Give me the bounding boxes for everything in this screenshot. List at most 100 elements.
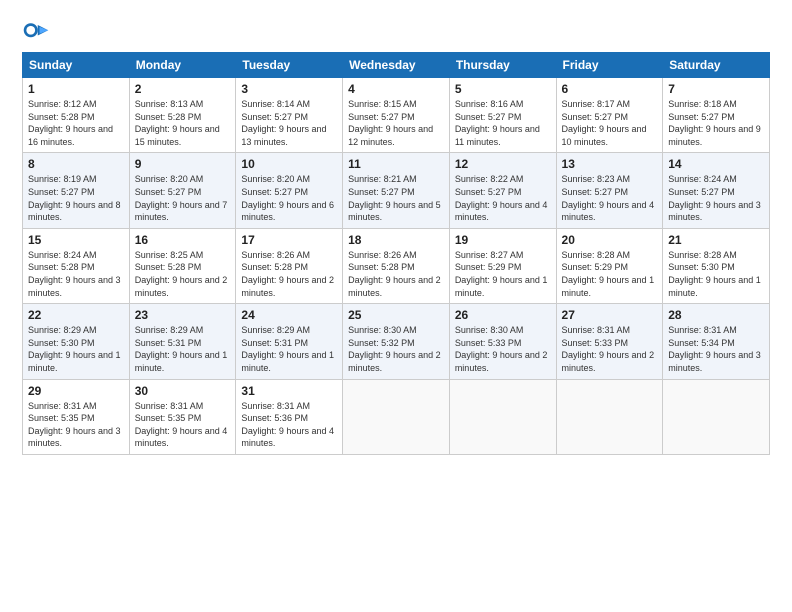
day-number: 11 [348, 157, 444, 171]
calendar-header-monday: Monday [129, 53, 236, 78]
calendar-header-saturday: Saturday [663, 53, 770, 78]
day-info: Sunrise: 8:24 AM Sunset: 5:27 PM Dayligh… [668, 173, 764, 223]
day-info: Sunrise: 8:31 AM Sunset: 5:34 PM Dayligh… [668, 324, 764, 374]
day-number: 21 [668, 233, 764, 247]
day-info: Sunrise: 8:12 AM Sunset: 5:28 PM Dayligh… [28, 98, 124, 148]
day-info: Sunrise: 8:26 AM Sunset: 5:28 PM Dayligh… [241, 249, 337, 299]
calendar-cell: 26 Sunrise: 8:30 AM Sunset: 5:33 PM Dayl… [449, 304, 556, 379]
day-number: 16 [135, 233, 231, 247]
day-number: 12 [455, 157, 551, 171]
day-info: Sunrise: 8:19 AM Sunset: 5:27 PM Dayligh… [28, 173, 124, 223]
logo [22, 18, 54, 46]
day-info: Sunrise: 8:29 AM Sunset: 5:31 PM Dayligh… [135, 324, 231, 374]
page: SundayMondayTuesdayWednesdayThursdayFrid… [0, 0, 792, 612]
day-info: Sunrise: 8:18 AM Sunset: 5:27 PM Dayligh… [668, 98, 764, 148]
calendar-cell: 23 Sunrise: 8:29 AM Sunset: 5:31 PM Dayl… [129, 304, 236, 379]
day-number: 17 [241, 233, 337, 247]
day-info: Sunrise: 8:15 AM Sunset: 5:27 PM Dayligh… [348, 98, 444, 148]
calendar-cell [449, 379, 556, 454]
calendar-week-5: 29 Sunrise: 8:31 AM Sunset: 5:35 PM Dayl… [23, 379, 770, 454]
day-info: Sunrise: 8:13 AM Sunset: 5:28 PM Dayligh… [135, 98, 231, 148]
day-number: 4 [348, 82, 444, 96]
day-number: 30 [135, 384, 231, 398]
calendar-week-4: 22 Sunrise: 8:29 AM Sunset: 5:30 PM Dayl… [23, 304, 770, 379]
day-info: Sunrise: 8:21 AM Sunset: 5:27 PM Dayligh… [348, 173, 444, 223]
calendar-cell: 10 Sunrise: 8:20 AM Sunset: 5:27 PM Dayl… [236, 153, 343, 228]
calendar-cell: 29 Sunrise: 8:31 AM Sunset: 5:35 PM Dayl… [23, 379, 130, 454]
day-number: 22 [28, 308, 124, 322]
day-info: Sunrise: 8:30 AM Sunset: 5:33 PM Dayligh… [455, 324, 551, 374]
day-number: 31 [241, 384, 337, 398]
calendar-week-3: 15 Sunrise: 8:24 AM Sunset: 5:28 PM Dayl… [23, 228, 770, 303]
day-number: 10 [241, 157, 337, 171]
day-info: Sunrise: 8:31 AM Sunset: 5:36 PM Dayligh… [241, 400, 337, 450]
day-number: 20 [562, 233, 658, 247]
day-info: Sunrise: 8:30 AM Sunset: 5:32 PM Dayligh… [348, 324, 444, 374]
day-number: 9 [135, 157, 231, 171]
calendar-cell: 18 Sunrise: 8:26 AM Sunset: 5:28 PM Dayl… [343, 228, 450, 303]
calendar-cell: 5 Sunrise: 8:16 AM Sunset: 5:27 PM Dayli… [449, 78, 556, 153]
calendar-cell: 15 Sunrise: 8:24 AM Sunset: 5:28 PM Dayl… [23, 228, 130, 303]
calendar-cell [556, 379, 663, 454]
day-info: Sunrise: 8:14 AM Sunset: 5:27 PM Dayligh… [241, 98, 337, 148]
day-info: Sunrise: 8:26 AM Sunset: 5:28 PM Dayligh… [348, 249, 444, 299]
day-number: 13 [562, 157, 658, 171]
day-number: 8 [28, 157, 124, 171]
calendar-table: SundayMondayTuesdayWednesdayThursdayFrid… [22, 52, 770, 455]
calendar-week-1: 1 Sunrise: 8:12 AM Sunset: 5:28 PM Dayli… [23, 78, 770, 153]
calendar-cell: 12 Sunrise: 8:22 AM Sunset: 5:27 PM Dayl… [449, 153, 556, 228]
day-number: 2 [135, 82, 231, 96]
day-number: 7 [668, 82, 764, 96]
calendar-cell: 11 Sunrise: 8:21 AM Sunset: 5:27 PM Dayl… [343, 153, 450, 228]
day-info: Sunrise: 8:28 AM Sunset: 5:30 PM Dayligh… [668, 249, 764, 299]
day-number: 6 [562, 82, 658, 96]
calendar-cell: 25 Sunrise: 8:30 AM Sunset: 5:32 PM Dayl… [343, 304, 450, 379]
day-number: 23 [135, 308, 231, 322]
day-info: Sunrise: 8:25 AM Sunset: 5:28 PM Dayligh… [135, 249, 231, 299]
calendar-cell: 7 Sunrise: 8:18 AM Sunset: 5:27 PM Dayli… [663, 78, 770, 153]
day-info: Sunrise: 8:29 AM Sunset: 5:31 PM Dayligh… [241, 324, 337, 374]
day-number: 14 [668, 157, 764, 171]
day-number: 15 [28, 233, 124, 247]
calendar-cell: 14 Sunrise: 8:24 AM Sunset: 5:27 PM Dayl… [663, 153, 770, 228]
calendar-cell: 30 Sunrise: 8:31 AM Sunset: 5:35 PM Dayl… [129, 379, 236, 454]
calendar-cell: 31 Sunrise: 8:31 AM Sunset: 5:36 PM Dayl… [236, 379, 343, 454]
day-number: 24 [241, 308, 337, 322]
day-info: Sunrise: 8:22 AM Sunset: 5:27 PM Dayligh… [455, 173, 551, 223]
calendar-header-sunday: Sunday [23, 53, 130, 78]
calendar-cell: 1 Sunrise: 8:12 AM Sunset: 5:28 PM Dayli… [23, 78, 130, 153]
calendar-cell: 8 Sunrise: 8:19 AM Sunset: 5:27 PM Dayli… [23, 153, 130, 228]
calendar-cell: 28 Sunrise: 8:31 AM Sunset: 5:34 PM Dayl… [663, 304, 770, 379]
calendar-cell [663, 379, 770, 454]
day-info: Sunrise: 8:29 AM Sunset: 5:30 PM Dayligh… [28, 324, 124, 374]
calendar-header-friday: Friday [556, 53, 663, 78]
day-number: 26 [455, 308, 551, 322]
day-number: 28 [668, 308, 764, 322]
day-info: Sunrise: 8:16 AM Sunset: 5:27 PM Dayligh… [455, 98, 551, 148]
header [22, 18, 770, 46]
day-info: Sunrise: 8:28 AM Sunset: 5:29 PM Dayligh… [562, 249, 658, 299]
calendar-header-wednesday: Wednesday [343, 53, 450, 78]
calendar-cell: 3 Sunrise: 8:14 AM Sunset: 5:27 PM Dayli… [236, 78, 343, 153]
calendar-cell: 4 Sunrise: 8:15 AM Sunset: 5:27 PM Dayli… [343, 78, 450, 153]
day-info: Sunrise: 8:31 AM Sunset: 5:33 PM Dayligh… [562, 324, 658, 374]
calendar-week-2: 8 Sunrise: 8:19 AM Sunset: 5:27 PM Dayli… [23, 153, 770, 228]
day-info: Sunrise: 8:23 AM Sunset: 5:27 PM Dayligh… [562, 173, 658, 223]
day-number: 3 [241, 82, 337, 96]
calendar-cell: 13 Sunrise: 8:23 AM Sunset: 5:27 PM Dayl… [556, 153, 663, 228]
day-info: Sunrise: 8:31 AM Sunset: 5:35 PM Dayligh… [28, 400, 124, 450]
calendar-cell: 24 Sunrise: 8:29 AM Sunset: 5:31 PM Dayl… [236, 304, 343, 379]
day-info: Sunrise: 8:31 AM Sunset: 5:35 PM Dayligh… [135, 400, 231, 450]
calendar-header-row: SundayMondayTuesdayWednesdayThursdayFrid… [23, 53, 770, 78]
calendar-cell [343, 379, 450, 454]
calendar-cell: 17 Sunrise: 8:26 AM Sunset: 5:28 PM Dayl… [236, 228, 343, 303]
calendar-cell: 2 Sunrise: 8:13 AM Sunset: 5:28 PM Dayli… [129, 78, 236, 153]
calendar-header-thursday: Thursday [449, 53, 556, 78]
day-number: 27 [562, 308, 658, 322]
calendar-cell: 27 Sunrise: 8:31 AM Sunset: 5:33 PM Dayl… [556, 304, 663, 379]
day-number: 5 [455, 82, 551, 96]
calendar-cell: 22 Sunrise: 8:29 AM Sunset: 5:30 PM Dayl… [23, 304, 130, 379]
logo-icon [22, 18, 50, 46]
day-number: 25 [348, 308, 444, 322]
calendar-cell: 19 Sunrise: 8:27 AM Sunset: 5:29 PM Dayl… [449, 228, 556, 303]
